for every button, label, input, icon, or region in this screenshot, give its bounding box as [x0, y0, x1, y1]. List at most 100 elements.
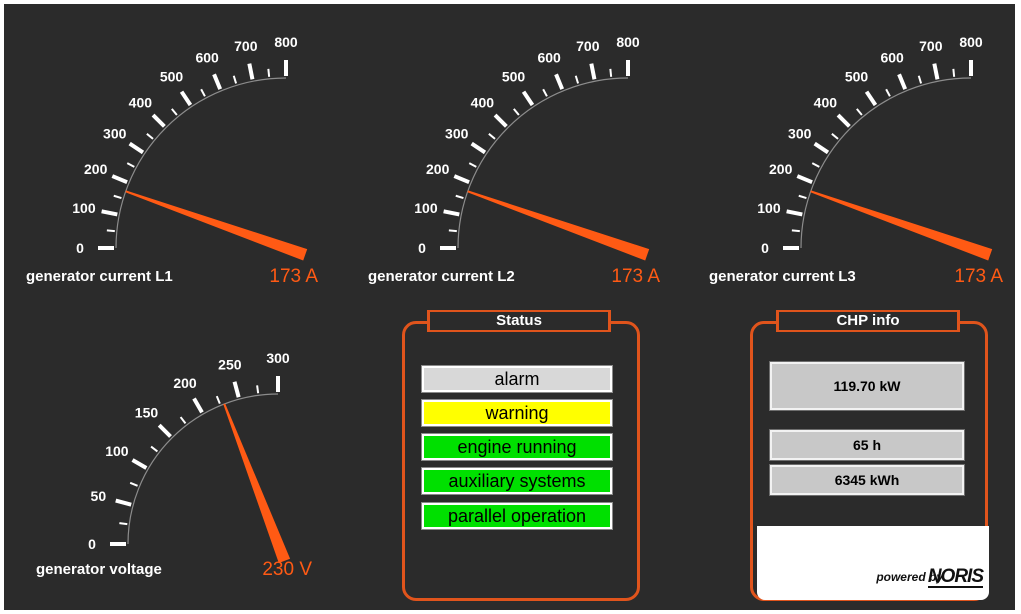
status-frame: [402, 321, 640, 601]
gauge-major-tick-l2: [589, 63, 597, 80]
branding-box: powered by NORIS: [757, 526, 989, 600]
gauge-minor-tick-l3: [885, 88, 891, 97]
gauge-major-tick-l3: [796, 174, 813, 185]
gauge-minor-tick-l1: [232, 75, 238, 84]
gauge-tick-label-volt: 300: [266, 350, 290, 366]
gauge-tick-label-l1: 800: [274, 34, 298, 50]
gauge-tick-label-l1: 500: [160, 69, 184, 85]
gauge-minor-tick-l3: [791, 229, 800, 233]
status-warning-label: warning: [485, 403, 549, 423]
gauge-tick-label-l3: 700: [919, 38, 943, 54]
gauge-minor-tick-l1: [267, 68, 271, 77]
gauge-major-tick-l2: [493, 113, 508, 128]
gauge-major-tick-l3: [864, 90, 878, 107]
gauge-tick-label-l2: 800: [616, 34, 640, 50]
gauge-minor-tick-l1: [171, 108, 178, 116]
gauge-major-tick-l1: [179, 90, 193, 107]
gauge-value-l3: 173 A: [954, 266, 1003, 287]
gauge-major-tick-volt: [131, 458, 148, 470]
gauge-tick-label-l1: 0: [76, 240, 84, 256]
gauge-major-tick-volt: [157, 423, 172, 438]
dashboard-panel: 0 100 200 300 400 500 600 700 800 0 100 200 300 400 50…: [4, 4, 1015, 610]
gauge-tick-label-l3: 0: [761, 240, 769, 256]
status-engine-running: engine running: [421, 433, 613, 461]
gauge-tick-label-volt: 150: [135, 404, 159, 420]
gauge-minor-tick-l2: [513, 108, 520, 116]
gauge-minor-tick-volt: [256, 385, 260, 394]
chp-hours-field: 65 h: [769, 429, 965, 461]
gauge-major-tick-l1: [247, 63, 255, 80]
gauge-tick-label-l2: 700: [576, 38, 600, 54]
gauge-major-tick-l2: [521, 90, 535, 107]
gauge-major-tick-l1: [212, 73, 223, 90]
gauge-minor-tick-l3: [856, 108, 863, 116]
gauge-tick-label-l2: 500: [502, 69, 526, 85]
gauge-minor-tick-volt: [119, 522, 128, 526]
chp-power-field: 119.70 kW: [769, 361, 965, 411]
gauge-major-tick-l2: [453, 174, 470, 185]
gauge-needle-l2: [467, 190, 650, 261]
gauge-needle-l3: [810, 190, 993, 261]
gauge-tick-label-l2: 200: [426, 161, 450, 177]
gauge-tick-label-l2: 300: [445, 126, 469, 142]
gauge-label-l3: generator current L3: [709, 268, 856, 285]
gauge-major-tick-l1: [128, 141, 145, 155]
gauge-major-tick-volt: [192, 397, 204, 414]
gauge-minor-tick-l2: [448, 229, 457, 233]
gauge-minor-tick-l2: [468, 162, 477, 168]
gauge-minor-tick-l2: [542, 88, 548, 97]
gauge-major-tick-l2: [554, 73, 565, 90]
gauge-tick-label-l3: 200: [769, 161, 793, 177]
status-parallel-operation-label: parallel operation: [447, 506, 587, 526]
gauge-tick-label-l3: 600: [880, 50, 904, 66]
gauge-tick-label-l1: 700: [234, 38, 258, 54]
gauge-needle-volt: [223, 403, 291, 563]
gauge-minor-tick-l3: [798, 194, 807, 200]
gauge-minor-tick-l3: [831, 133, 839, 140]
gauge-label-l1: generator current L1: [26, 268, 173, 285]
gauge-tick-label-l1: 400: [129, 94, 153, 110]
gauge-minor-tick-volt: [150, 445, 159, 453]
gauge-minor-tick-l1: [146, 133, 154, 140]
gauge-major-tick-l3: [932, 63, 940, 80]
gauge-minor-tick-l3: [917, 75, 923, 84]
gauge-major-tick-l3: [786, 209, 803, 217]
gauge-major-tick-volt: [115, 498, 132, 507]
gauge-tick-label-l2: 600: [537, 50, 561, 66]
gauge-value-l1: 173 A: [269, 266, 318, 287]
gauge-minor-tick-l3: [811, 162, 820, 168]
gauge-tick-label-l3: 800: [959, 34, 983, 50]
gauge-minor-tick-l1: [126, 162, 135, 168]
gauge-minor-tick-l1: [200, 88, 206, 97]
gauge-label-l2: generator current L2: [368, 268, 515, 285]
gauge-minor-tick-l2: [574, 75, 580, 84]
gauge-minor-tick-l1: [113, 194, 122, 200]
gauge-tick-label-l1: 200: [84, 161, 108, 177]
status-auxiliary-systems-label: auxiliary systems: [448, 471, 586, 491]
gauge-tick-label-l3: 100: [757, 200, 781, 216]
status-parallel-operation: parallel operation: [421, 502, 613, 530]
gauge-tick-label-l3: 300: [788, 126, 812, 142]
status-alarm-label: alarm: [494, 369, 540, 389]
gauge-minor-tick-l2: [609, 68, 613, 77]
gauge-tick-label-l2: 0: [418, 240, 426, 256]
gauge-tick-label-l1: 600: [195, 50, 219, 66]
gauge-major-tick-l3: [813, 141, 830, 155]
chp-info-title: CHP info: [776, 310, 960, 332]
status-alarm: alarm: [421, 365, 613, 393]
gauge-tick-label-l2: 100: [414, 200, 438, 216]
gauge-tick-label-l1: 100: [72, 200, 96, 216]
gauge-major-tick-l1: [151, 113, 166, 128]
gauge-major-tick-volt: [232, 381, 241, 398]
noris-logo: NORIS: [927, 566, 984, 588]
chp-energy-field: 6345 kWh: [769, 464, 965, 496]
gauge-tick-label-l3: 500: [845, 69, 869, 85]
gauge-tick-label-volt: 50: [91, 488, 107, 504]
gauge-major-tick-l2: [470, 141, 487, 155]
gauge-minor-tick-l2: [488, 133, 496, 140]
gauge-tick-label-l1: 300: [103, 126, 127, 142]
gauge-major-tick-l2: [443, 209, 460, 217]
gauge-major-tick-l1: [111, 174, 128, 185]
gauge-major-tick-l3: [836, 113, 851, 128]
gauge-minor-tick-l3: [952, 68, 956, 77]
